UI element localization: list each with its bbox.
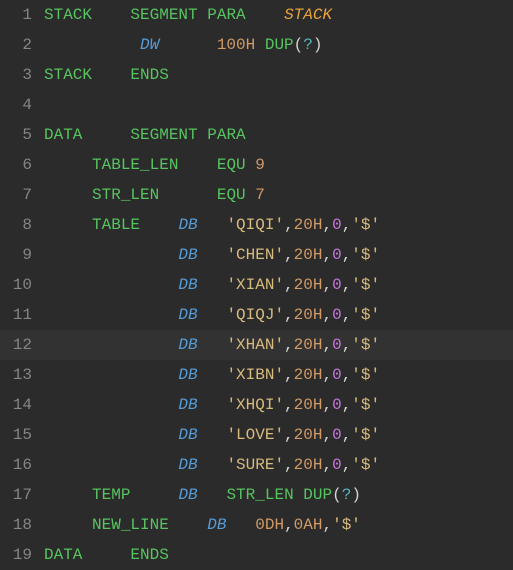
line-number: 7 <box>0 180 44 210</box>
code-line[interactable]: 2 DW 100H DUP(?) <box>0 30 513 60</box>
code-line[interactable]: 7 STR_LEN EQU 7 <box>0 180 513 210</box>
line-number: 17 <box>0 480 44 510</box>
code-line[interactable]: 17 TEMP DB STR_LEN DUP(?) <box>0 480 513 510</box>
code-content[interactable]: TABLE_LEN EQU 9 <box>44 150 513 180</box>
line-number: 2 <box>0 30 44 60</box>
code-content[interactable]: DB 'CHEN',20H,0,'$' <box>44 240 513 270</box>
code-content[interactable]: DATA SEGMENT PARA <box>44 120 513 150</box>
code-content[interactable]: DB 'XHQI',20H,0,'$' <box>44 390 513 420</box>
code-line[interactable]: 19DATA ENDS <box>0 540 513 570</box>
code-content[interactable]: DW 100H DUP(?) <box>44 30 513 60</box>
code-content[interactable]: TABLE DB 'QIQI',20H,0,'$' <box>44 210 513 240</box>
code-content[interactable]: NEW_LINE DB 0DH,0AH,'$' <box>44 510 513 540</box>
code-content[interactable] <box>44 90 513 120</box>
code-line[interactable]: 12 DB 'XHAN',20H,0,'$' <box>0 330 513 360</box>
line-number: 14 <box>0 390 44 420</box>
line-number: 11 <box>0 300 44 330</box>
code-line[interactable]: 15 DB 'LOVE',20H,0,'$' <box>0 420 513 450</box>
code-content[interactable]: DB 'SURE',20H,0,'$' <box>44 450 513 480</box>
code-line[interactable]: 13 DB 'XIBN',20H,0,'$' <box>0 360 513 390</box>
code-line[interactable]: 8 TABLE DB 'QIQI',20H,0,'$' <box>0 210 513 240</box>
code-line[interactable]: 18 NEW_LINE DB 0DH,0AH,'$' <box>0 510 513 540</box>
code-line[interactable]: 16 DB 'SURE',20H,0,'$' <box>0 450 513 480</box>
code-content[interactable]: DB 'XIAN',20H,0,'$' <box>44 270 513 300</box>
code-line[interactable]: 5DATA SEGMENT PARA <box>0 120 513 150</box>
line-number: 4 <box>0 90 44 120</box>
line-number: 13 <box>0 360 44 390</box>
line-number: 19 <box>0 540 44 570</box>
code-content[interactable]: TEMP DB STR_LEN DUP(?) <box>44 480 513 510</box>
line-number: 1 <box>0 0 44 30</box>
code-content[interactable]: DB 'XIBN',20H,0,'$' <box>44 360 513 390</box>
line-number: 8 <box>0 210 44 240</box>
code-line[interactable]: 3STACK ENDS <box>0 60 513 90</box>
code-line[interactable]: 11 DB 'QIQJ',20H,0,'$' <box>0 300 513 330</box>
line-number: 9 <box>0 240 44 270</box>
line-number: 5 <box>0 120 44 150</box>
code-line[interactable]: 14 DB 'XHQI',20H,0,'$' <box>0 390 513 420</box>
code-line[interactable]: 4 <box>0 90 513 120</box>
code-editor[interactable]: 1STACK SEGMENT PARA STACK2 DW 100H DUP(?… <box>0 0 513 570</box>
line-number: 12 <box>0 330 44 360</box>
line-number: 18 <box>0 510 44 540</box>
code-content[interactable]: DB 'XHAN',20H,0,'$' <box>44 330 513 360</box>
code-content[interactable]: DATA ENDS <box>44 540 513 570</box>
line-number: 10 <box>0 270 44 300</box>
line-number: 6 <box>0 150 44 180</box>
line-number: 15 <box>0 420 44 450</box>
code-content[interactable]: STR_LEN EQU 7 <box>44 180 513 210</box>
code-content[interactable]: STACK ENDS <box>44 60 513 90</box>
code-line[interactable]: 10 DB 'XIAN',20H,0,'$' <box>0 270 513 300</box>
code-content[interactable]: DB 'QIQJ',20H,0,'$' <box>44 300 513 330</box>
code-line[interactable]: 6 TABLE_LEN EQU 9 <box>0 150 513 180</box>
code-line[interactable]: 1STACK SEGMENT PARA STACK <box>0 0 513 30</box>
line-number: 3 <box>0 60 44 90</box>
code-content[interactable]: STACK SEGMENT PARA STACK <box>44 0 513 30</box>
line-number: 16 <box>0 450 44 480</box>
code-content[interactable]: DB 'LOVE',20H,0,'$' <box>44 420 513 450</box>
code-line[interactable]: 9 DB 'CHEN',20H,0,'$' <box>0 240 513 270</box>
